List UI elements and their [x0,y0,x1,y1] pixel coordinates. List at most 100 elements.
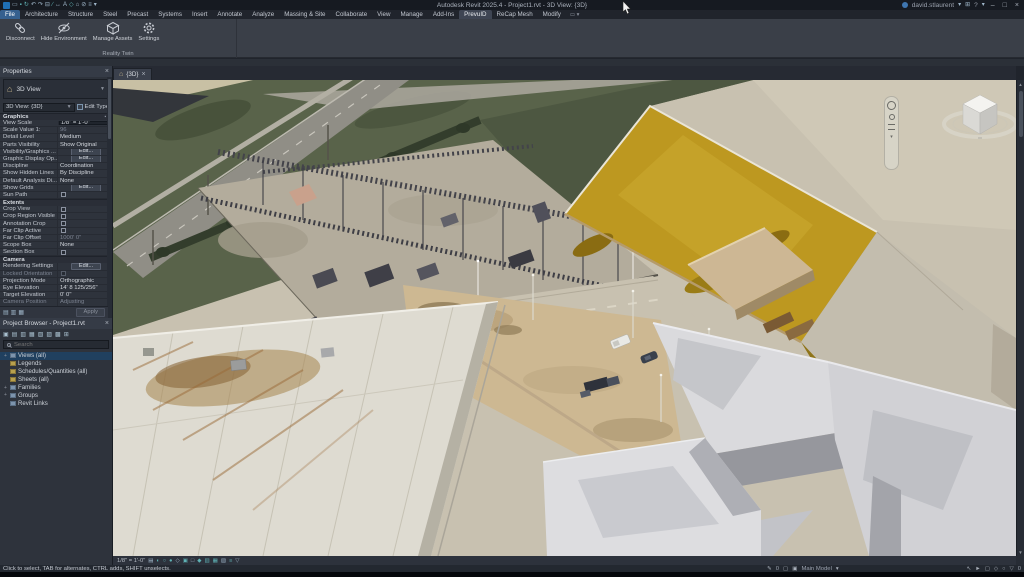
design-options-icon[interactable]: ▣ [792,566,797,572]
tab-massing-site[interactable]: Massing & Site [279,10,330,19]
ribbon-display-toggle-icon[interactable]: ▭ ▾ [570,10,580,19]
property-row[interactable]: DisciplineCoordination [0,163,112,170]
properties-scrollbar[interactable] [107,77,112,318]
settings-button[interactable]: Settings [138,21,159,42]
reveal-constraints-icon[interactable]: ▽ [235,558,239,564]
rendering-dialog-icon[interactable]: ◇ [175,558,179,564]
tree-item-legends[interactable]: Legends [0,360,112,368]
extents-section-header[interactable]: Extents▪ [0,199,112,206]
type-selector[interactable]: ⌂ 3D View ▼ [3,79,109,99]
user-avatar[interactable] [902,2,908,8]
filter-icon[interactable]: ▽ [1009,566,1013,572]
reveal-hidden-elements-icon[interactable]: ▦ [213,558,218,564]
displacement-sets-icon[interactable]: ≡ [229,558,232,564]
lock-3d-view-icon[interactable]: ◆ [197,558,201,564]
tree-item-views[interactable]: +Views (all) [0,352,112,360]
help-menu-chevron-icon[interactable]: ▾ [982,1,985,9]
browser-sheets-icon[interactable]: ▥ [20,331,26,338]
hide-environment-button[interactable]: Hide Environment [41,21,87,42]
measure-icon[interactable]: ∕ [52,1,53,9]
crop-view-checkbox[interactable] [61,207,66,212]
tab-prevuid[interactable]: PrevuID [459,10,491,19]
section-box-checkbox[interactable] [61,250,66,255]
navigation-bar[interactable]: ▾ [884,96,899,170]
shadows-icon[interactable]: ● [169,558,172,564]
property-row[interactable]: View Scale1/8" = 1'-0" [0,120,112,127]
tree-item-families[interactable]: +Families [0,384,112,392]
thin-lines-icon[interactable]: ≡ [88,1,92,9]
user-menu-chevron-icon[interactable]: ▾ [958,1,961,9]
browser-groups-icon[interactable]: ▨ [46,331,52,338]
crop-region-visible-checkbox[interactable] [61,214,66,219]
visual-style-icon[interactable]: ◐ [156,558,159,564]
edit-button[interactable]: Edit... [71,149,101,155]
manage-assets-button[interactable]: Manage Assets [93,21,133,42]
project-browser-close-icon[interactable]: × [105,320,109,327]
zoom-icon[interactable] [889,114,895,120]
tab-manage[interactable]: Manage [395,10,427,19]
crop-view-icon[interactable]: ▣ [183,558,188,564]
undo-icon[interactable]: ↶ [31,1,36,9]
tab-precast[interactable]: Precast [122,10,153,19]
tab-modify[interactable]: Modify [538,10,566,19]
browser-search[interactable] [3,340,109,349]
minimize-button[interactable]: – [989,2,997,9]
properties-list-icon[interactable]: ▦ [18,309,24,316]
property-row[interactable]: Eye Elevation14' 8 125/256" [0,285,112,292]
restore-button[interactable]: □ [1001,2,1009,9]
scroll-down-icon[interactable]: ▼ [1018,548,1022,556]
expander-icon[interactable]: + [3,353,8,359]
select-pinned-icon[interactable]: ▢ [985,566,990,572]
section-icon[interactable]: ⊘ [81,1,86,9]
dimension-icon[interactable]: ↔ [55,1,61,9]
browser-schedules-icon[interactable]: ▦ [29,331,35,338]
revit-app-icon[interactable] [3,2,10,9]
tree-item-revit-links[interactable]: Revit Links [0,399,112,407]
property-row[interactable]: Graphic Display Op...Edit... [0,156,112,163]
tab-view[interactable]: View [372,10,395,19]
disconnect-button[interactable]: Disconnect [6,21,35,42]
property-row[interactable]: Annotation Crop [0,220,112,227]
expander-icon[interactable]: + [3,392,8,398]
apply-button[interactable]: Apply [76,308,105,317]
tab-annotate[interactable]: Annotate [212,10,247,19]
property-row[interactable]: Detail LevelMedium [0,134,112,141]
detail-level-icon[interactable]: ▤ [148,558,153,564]
tab-steel[interactable]: Steel [98,10,122,19]
navbar-chevron-icon[interactable]: ▾ [890,134,893,140]
view-scale-control[interactable]: 1/8" = 1'-0" [117,558,145,564]
app-store-icon[interactable]: ⊞ [965,1,970,9]
help-icon[interactable]: ? [974,2,978,9]
redo-icon[interactable]: ↷ [38,1,43,9]
property-row[interactable]: Projection ModeOrthographic [0,278,112,285]
tree-item-sheets[interactable]: Sheets (all) [0,376,112,384]
drag-on-selection-icon[interactable]: ○ [1002,566,1005,572]
temporary-hide-isolate-icon[interactable]: ▥ [204,558,209,564]
browser-links-icon[interactable]: ▩ [55,331,61,338]
browser-settings-icon[interactable]: ⊞ [64,331,69,338]
design-options-chevron-icon[interactable]: ▾ [836,566,839,572]
property-row[interactable]: Section Box [0,249,112,256]
expander-icon[interactable]: + [3,385,8,391]
property-row[interactable]: Rendering SettingsEdit... [0,263,112,270]
property-row[interactable]: Show Hidden LinesBy Discipline [0,170,112,177]
scroll-up-icon[interactable]: ▲ [1018,80,1022,88]
tab-collaborate[interactable]: Collaborate [331,10,373,19]
tab-architecture[interactable]: Architecture [20,10,63,19]
editable-only-icon[interactable]: ▢ [783,566,788,572]
property-row[interactable]: Crop View [0,206,112,213]
property-row[interactable]: Visibility/Graphics ...Edit... [0,149,112,156]
property-row[interactable]: Default Analysis Di...None [0,178,112,185]
text-icon[interactable]: A [63,1,67,9]
edit-button[interactable]: Edit... [71,185,101,191]
save-icon[interactable]: ▪ [20,1,22,9]
property-row[interactable]: Sun Path [0,192,112,199]
close-button[interactable]: × [1013,2,1021,9]
property-row[interactable]: Far Clip Active [0,228,112,235]
scroll-thumb[interactable] [1019,91,1023,137]
view-tab-close-icon[interactable]: × [142,71,146,78]
open-icon[interactable]: ▭ [12,1,18,9]
property-row[interactable]: Parts VisibilityShow Original [0,142,112,149]
graphics-section-header[interactable]: Graphics▪ ^ [0,113,112,120]
view-selector-dropdown[interactable]: 3D View: {3D} ▼ [3,103,75,112]
